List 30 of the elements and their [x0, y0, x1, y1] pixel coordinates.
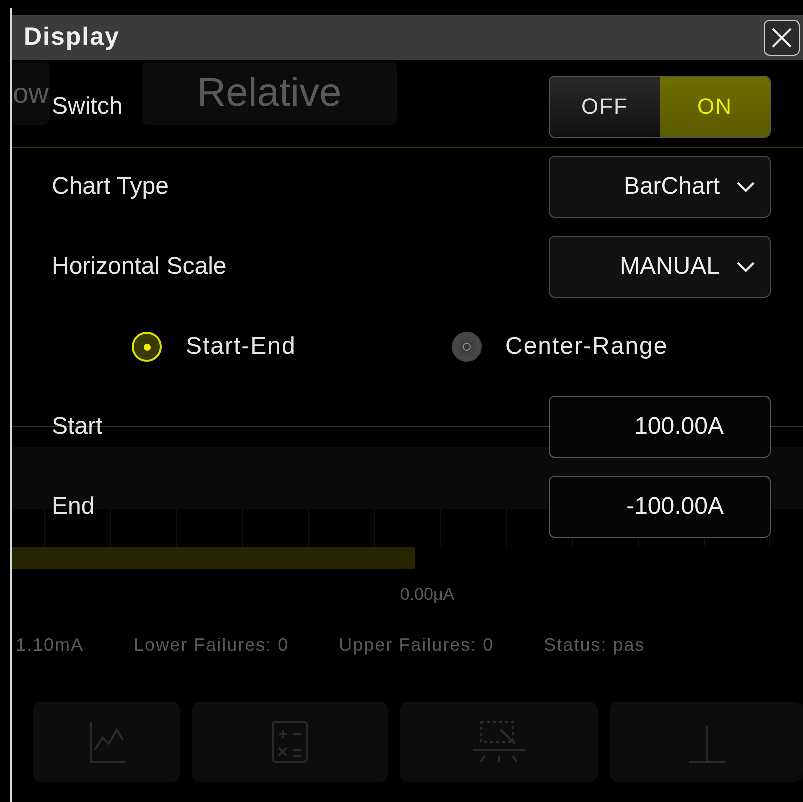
field-label: Switch: [52, 93, 123, 121]
radio-button[interactable]: [452, 332, 482, 362]
window-title: Display: [24, 23, 120, 52]
stat-text: Status: pas: [544, 635, 646, 656]
switch-option[interactable]: ON: [660, 77, 770, 137]
field-label: Start: [52, 413, 103, 441]
tool-button[interactable]: [192, 702, 388, 782]
start-input[interactable]: 100.00A: [549, 396, 771, 458]
tool-button[interactable]: [400, 702, 598, 782]
scale-icon: [471, 720, 527, 764]
field-label: Chart Type: [52, 173, 169, 201]
switch-option[interactable]: OFF: [550, 77, 660, 137]
stat-text: Lower Failures: 0: [134, 635, 290, 656]
end-input[interactable]: -100.00A: [549, 476, 771, 538]
field-label: End: [52, 493, 95, 521]
close-icon: [770, 26, 794, 50]
tool-button[interactable]: [610, 702, 803, 782]
radio-label: Start-End: [186, 333, 296, 361]
radio-label: Center-Range: [506, 333, 668, 361]
scale-dropdown[interactable]: MANUAL: [549, 236, 771, 298]
calculator-icon: [271, 720, 309, 764]
field-label: Horizontal Scale: [52, 253, 227, 281]
chart-type-dropdown[interactable]: BarChart: [549, 156, 771, 218]
chevron-down-icon: [736, 181, 756, 193]
stat-text: 1.10mA: [16, 635, 84, 656]
chevron-down-icon: [736, 261, 756, 273]
stat-text: Upper Failures: 0: [339, 635, 494, 656]
gauge-value: 0.00μA: [400, 585, 455, 605]
close-button[interactable]: [764, 20, 800, 56]
tool-button[interactable]: [33, 702, 180, 782]
